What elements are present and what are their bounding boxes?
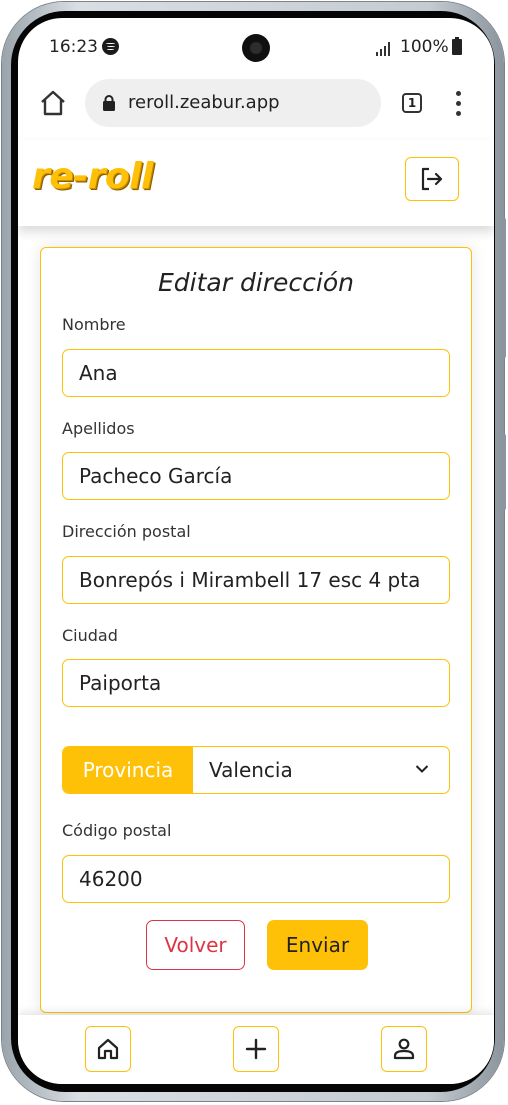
provincia-select[interactable]: Provincia Valencia (62, 746, 450, 794)
nav-profile-button[interactable] (381, 1026, 427, 1072)
provincia-selected: Valencia (209, 758, 293, 782)
codigo-postal-label: Código postal (62, 821, 172, 840)
home-icon (41, 90, 65, 116)
provincia-label: Provincia (63, 747, 193, 793)
logout-icon (421, 167, 443, 191)
tab-switcher-button[interactable]: 1 (402, 93, 422, 113)
nombre-label: Nombre (62, 315, 126, 334)
direccion-label: Dirección postal (62, 522, 191, 541)
volume-button (502, 218, 506, 358)
enviar-button[interactable]: Enviar (267, 920, 368, 970)
provincia-value[interactable]: Valencia (193, 747, 449, 793)
chevron-down-icon (415, 765, 429, 773)
lock-icon (103, 95, 115, 111)
battery-icon (452, 37, 462, 55)
signal-icon (376, 42, 394, 56)
battery-percent: 100% (400, 37, 449, 57)
spotify-icon (102, 38, 119, 55)
user-icon (393, 1038, 415, 1060)
apellidos-input[interactable] (62, 452, 450, 500)
direccion-input[interactable] (62, 556, 450, 604)
nav-add-button[interactable] (233, 1026, 279, 1072)
address-bar[interactable]: reroll.zeabur.app (85, 79, 381, 127)
home-icon (97, 1038, 119, 1060)
url-text: reroll.zeabur.app (128, 92, 280, 113)
logout-button[interactable] (405, 157, 459, 201)
browser-toolbar: reroll.zeabur.app 1 (18, 76, 494, 140)
status-time: 16:23 (49, 37, 98, 57)
screen: 16:23 100% reroll.zeabur.app 1 re-roll E… (18, 18, 494, 1084)
nombre-input[interactable] (62, 349, 450, 397)
edit-address-form: Editar dirección Nombre Apellidos Direcc… (40, 247, 472, 1013)
front-camera (242, 34, 270, 62)
phone-frame: 16:23 100% reroll.zeabur.app 1 re-roll E… (2, 2, 506, 1101)
codigo-postal-input[interactable] (62, 855, 450, 903)
nav-home-button[interactable] (85, 1026, 131, 1072)
ciudad-input[interactable] (62, 659, 450, 707)
power-button (502, 434, 506, 510)
volver-button[interactable]: Volver (146, 920, 245, 970)
app-logo[interactable]: re-roll (32, 156, 153, 197)
app-header: re-roll (18, 140, 494, 226)
form-title: Editar dirección (157, 268, 354, 297)
more-vert-icon[interactable] (448, 89, 468, 119)
browser-home-button[interactable] (36, 86, 70, 120)
ciudad-label: Ciudad (62, 626, 118, 645)
apellidos-label: Apellidos (62, 419, 135, 438)
bottom-nav (18, 1015, 494, 1084)
plus-icon (245, 1038, 267, 1060)
status-bar: 16:23 100% (18, 18, 494, 76)
